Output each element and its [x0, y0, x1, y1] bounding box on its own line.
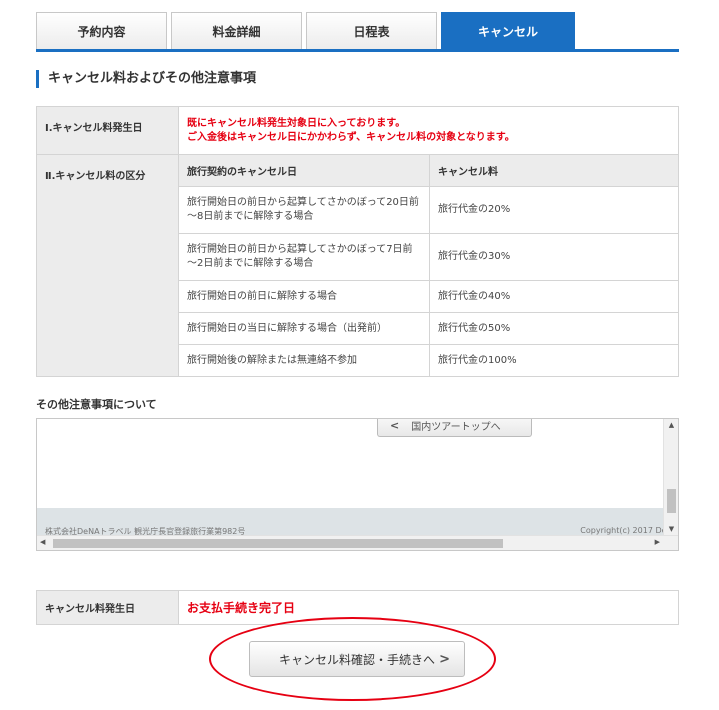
tab-bar: 予約内容 料金詳細 日程表 キャンセル	[36, 12, 679, 52]
cancel-date-note: 既にキャンセル料発生対象日に入っております。 ご入金後はキャンセル日にかかわらず…	[178, 106, 679, 155]
scroll-left-icon[interactable]: ◀	[40, 538, 45, 546]
scroll-up-icon[interactable]: ▲	[664, 421, 678, 429]
tab-reservation[interactable]: 予約内容	[36, 12, 167, 49]
horizontal-scroll-thumb[interactable]	[53, 539, 503, 548]
table-row-fee: 旅行代金の20%	[429, 186, 679, 234]
scroll-right-icon[interactable]: ▶	[655, 538, 660, 546]
horizontal-scrollbar[interactable]: ◀ ▶	[37, 535, 678, 550]
cancel-date-note-line2: ご入金後はキャンセル日にかかわらず、キャンセル料の対象となります。	[187, 131, 515, 143]
table-row-condition: 旅行開始日の前日から起算してさかのぼって7日前 ～2日前までに解除する場合	[178, 233, 430, 281]
tab-itinerary[interactable]: 日程表	[306, 12, 437, 49]
cancel-category-header: Ⅱ.キャンセル料の区分	[36, 154, 179, 377]
table-row-fee: 旅行代金の40%	[429, 280, 679, 313]
condition-line: ～8日前までに解除する場合	[187, 211, 314, 222]
condition-line: 旅行開始日の前日から起算してさかのぼって7日前	[187, 244, 413, 255]
cancel-fee-table: Ⅰ.キャンセル料発生日 既にキャンセル料発生対象日に入っております。 ご入金後は…	[36, 106, 679, 377]
tab-price-details[interactable]: 料金詳細	[171, 12, 302, 49]
col-header-contract: 旅行契約のキャンセル日	[178, 154, 430, 187]
table-row-condition: 旅行開始日の前日に解除する場合	[178, 280, 430, 313]
vertical-scrollbar[interactable]: ▲ ▼	[663, 419, 678, 535]
vertical-scroll-thumb[interactable]	[667, 489, 676, 513]
condition-line: 旅行開始日の前日から起算してさかのぼって20日前	[187, 197, 419, 208]
chevron-left-icon: <	[390, 419, 400, 432]
scroll-down-icon[interactable]: ▼	[664, 525, 678, 533]
summary-label: キャンセル料発生日	[36, 590, 179, 625]
cancel-date-header: Ⅰ.キャンセル料発生日	[36, 106, 179, 155]
other-notes-label: その他注意事項について	[36, 398, 157, 411]
table-row-condition: 旅行開始後の解除または無連絡不参加	[178, 344, 430, 377]
table-row-condition: 旅行開始日の当日に解除する場合（出発前）	[178, 312, 430, 345]
col-header-fee: キャンセル料	[429, 154, 679, 187]
table-row-fee: 旅行代金の100%	[429, 344, 679, 377]
cancel-fee-confirm-label: キャンセル料確認・手続きへ	[278, 652, 435, 667]
section-title: キャンセル料およびその他注意事項	[36, 70, 256, 88]
cancel-date-note-line1: 既にキャンセル料発生対象日に入っております。	[187, 117, 406, 129]
table-row-fee: 旅行代金の30%	[429, 233, 679, 281]
other-notes-frame[interactable]: < 国内ツアートップへ 株式会社DeNAトラベル 観光庁長官登録旅行業第982号…	[36, 418, 679, 551]
condition-line: ～2日前までに解除する場合	[187, 258, 314, 269]
summary-value: お支払手続き完了日	[178, 590, 679, 625]
domestic-tour-top-button[interactable]: < 国内ツアートップへ	[377, 419, 532, 437]
table-row-fee: 旅行代金の50%	[429, 312, 679, 345]
chevron-right-icon: >	[439, 651, 450, 667]
table-row-condition: 旅行開始日の前日から起算してさかのぼって20日前 ～8日前までに解除する場合	[178, 186, 430, 234]
domestic-tour-top-label: 国内ツアートップへ	[411, 422, 501, 433]
cancel-fee-confirm-button[interactable]: キャンセル料確認・手続きへ >	[249, 641, 465, 677]
tab-cancel[interactable]: キャンセル	[441, 12, 575, 49]
cancel-date-summary-table: キャンセル料発生日 お支払手続き完了日	[36, 590, 679, 625]
